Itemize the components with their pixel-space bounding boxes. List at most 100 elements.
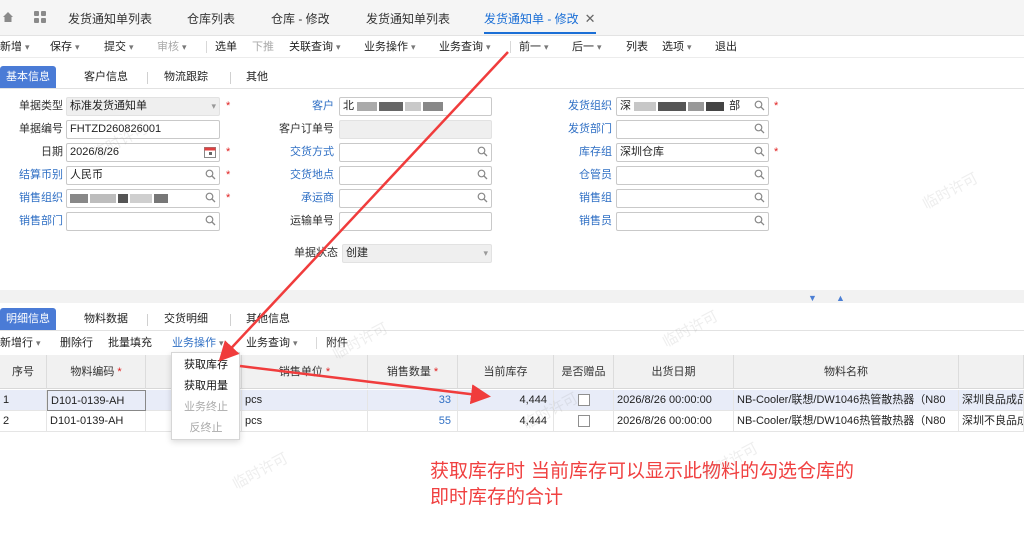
previous-button[interactable]: 前一 ▾: [519, 36, 549, 58]
menu-item-get-stock[interactable]: 获取库存: [172, 356, 240, 375]
tab-material-data[interactable]: 物料数据: [84, 308, 128, 330]
sales-dept-field[interactable]: [66, 212, 220, 231]
tab-other-info[interactable]: 其他信息: [246, 308, 290, 330]
options-button[interactable]: 选项 ▾: [662, 36, 692, 58]
table-cell-sales-unit[interactable]: pcs: [242, 411, 368, 432]
save-button[interactable]: 保存 ▾: [50, 36, 80, 58]
menu-item-business-terminate[interactable]: 业务终止: [172, 398, 240, 417]
business-operation-label: 业务操作: [364, 41, 408, 53]
stock-group-field[interactable]: 深圳仓库: [616, 143, 769, 162]
sales-org-field[interactable]: [66, 189, 220, 208]
search-icon[interactable]: [205, 215, 216, 226]
business-operation-button[interactable]: 业务操作 ▾: [364, 36, 416, 58]
tab-detail-info[interactable]: 明细信息: [0, 308, 56, 330]
table-cell-material-code[interactable]: D101-0139-AH: [47, 390, 146, 411]
tab-delivery-notice-list[interactable]: 发货通知单列表: [68, 0, 152, 36]
tab-basic-info[interactable]: 基本信息: [0, 66, 56, 88]
search-icon[interactable]: [754, 146, 765, 157]
collapse-down-icon[interactable]: ▼: [808, 293, 817, 303]
tab-customer-info[interactable]: 客户信息: [84, 66, 128, 88]
table-cell-seq[interactable]: 2: [0, 411, 47, 432]
table-cell-material-name[interactable]: NB-Cooler/联想/DW1046热管散热器（N80: [734, 411, 959, 432]
grid-business-operation-button[interactable]: 业务操作 ▾: [172, 333, 224, 353]
list-button[interactable]: 列表: [626, 36, 648, 58]
column-header-material-code[interactable]: 物料编码 *: [47, 355, 146, 389]
table-cell-ship-date[interactable]: 2026/8/26 00:00:00: [614, 390, 734, 411]
close-icon[interactable]: ✕: [585, 11, 596, 26]
column-header-sales-qty[interactable]: 销售数量 *: [368, 355, 458, 389]
audit-button[interactable]: 审核 ▾: [157, 36, 187, 58]
waybill-no-field[interactable]: [339, 212, 492, 231]
search-icon[interactable]: [754, 100, 765, 111]
tab-divider: [230, 72, 231, 84]
column-header-ship-date[interactable]: 出货日期: [614, 355, 734, 389]
new-button[interactable]: 新增 ▾: [0, 36, 30, 58]
column-header-current-stock[interactable]: 当前库存: [458, 355, 554, 389]
add-row-button[interactable]: 新增行 ▾: [0, 333, 41, 353]
calendar-icon[interactable]: [204, 146, 216, 158]
delete-row-button[interactable]: 删除行: [60, 333, 93, 353]
search-icon[interactable]: [205, 192, 216, 203]
sales-group-field[interactable]: [616, 189, 769, 208]
column-header-sales-unit[interactable]: 销售单位 *: [242, 355, 368, 389]
bill-type-select[interactable]: 标准发货通知单 ▾: [66, 97, 220, 116]
carrier-field[interactable]: [339, 189, 492, 208]
home-icon[interactable]: [2, 11, 14, 23]
bill-no-field[interactable]: FHTZD260826001: [66, 120, 220, 139]
menu-item-reverse-terminate[interactable]: 反终止: [172, 419, 240, 438]
table-cell-sales-qty[interactable]: 55: [368, 411, 458, 432]
batch-fill-button[interactable]: 批量填充: [108, 333, 152, 353]
date-field[interactable]: 2026/8/26: [66, 143, 220, 162]
ship-org-field[interactable]: 深 部: [616, 97, 769, 116]
next-button[interactable]: 后一 ▾: [572, 36, 602, 58]
required-mark: *: [226, 146, 231, 158]
tab-delivery-notice-list-2[interactable]: 发货通知单列表: [366, 0, 450, 36]
related-query-button[interactable]: 关联查询 ▾: [289, 36, 341, 58]
table-cell-material-code[interactable]: D101-0139-AH: [47, 411, 146, 432]
is-gift-checkbox[interactable]: [577, 394, 590, 407]
table-cell-stock-org[interactable]: 深圳良品成品: [959, 390, 1024, 411]
customer-field[interactable]: 北: [339, 97, 492, 116]
search-icon[interactable]: [754, 169, 765, 180]
table-cell-ship-date[interactable]: 2026/8/26 00:00:00: [614, 411, 734, 432]
tab-warehouse-list[interactable]: 仓库列表: [187, 0, 235, 36]
table-cell-seq[interactable]: 1: [0, 390, 47, 411]
search-icon[interactable]: [477, 146, 488, 157]
search-icon[interactable]: [205, 169, 216, 180]
is-gift-checkbox[interactable]: [577, 415, 590, 428]
ship-dept-field[interactable]: [616, 120, 769, 139]
search-icon[interactable]: [477, 169, 488, 180]
search-icon[interactable]: [477, 192, 488, 203]
app-grid-icon[interactable]: [34, 11, 47, 24]
push-down-button[interactable]: 下推: [252, 36, 274, 58]
table-cell-sales-qty[interactable]: 33: [368, 390, 458, 411]
column-header-material-name[interactable]: 物料名称: [734, 355, 959, 389]
tab-other[interactable]: 其他: [246, 66, 268, 88]
delivery-place-field[interactable]: [339, 166, 492, 185]
tab-logistics-tracking[interactable]: 物流跟踪: [164, 66, 208, 88]
attachment-button[interactable]: 附件: [326, 333, 348, 353]
search-icon[interactable]: [754, 215, 765, 226]
search-icon[interactable]: [754, 123, 765, 134]
business-query-button[interactable]: 业务查询 ▾: [439, 36, 491, 58]
panel-splitter[interactable]: ▼ ▲: [0, 290, 1024, 303]
salesperson-field[interactable]: [616, 212, 769, 231]
table-cell-material-name[interactable]: NB-Cooler/联想/DW1046热管散热器（N80: [734, 390, 959, 411]
submit-button[interactable]: 提交 ▾: [104, 36, 134, 58]
menu-item-get-usage[interactable]: 获取用量: [172, 377, 240, 396]
tab-delivery-detail[interactable]: 交货明细: [164, 308, 208, 330]
table-cell-stock-org[interactable]: 深圳不良品成品: [959, 411, 1024, 432]
search-icon[interactable]: [754, 192, 765, 203]
tab-warehouse-edit[interactable]: 仓库 - 修改: [271, 0, 330, 36]
expand-up-icon[interactable]: ▲: [836, 293, 845, 303]
table-cell-sales-unit[interactable]: pcs: [242, 390, 368, 411]
select-bill-button[interactable]: 选单: [215, 36, 237, 58]
grid-business-query-button[interactable]: 业务查询 ▾: [246, 333, 298, 353]
exit-button[interactable]: 退出: [715, 36, 737, 58]
column-header-seq[interactable]: 序号: [0, 355, 47, 389]
currency-field[interactable]: 人民币: [66, 166, 220, 185]
column-header-is-gift[interactable]: 是否赠品: [554, 355, 614, 389]
warehouse-keeper-field[interactable]: [616, 166, 769, 185]
delivery-method-field[interactable]: [339, 143, 492, 162]
tab-delivery-notice-edit[interactable]: 发货通知单 - 修改 ✕: [484, 0, 596, 36]
